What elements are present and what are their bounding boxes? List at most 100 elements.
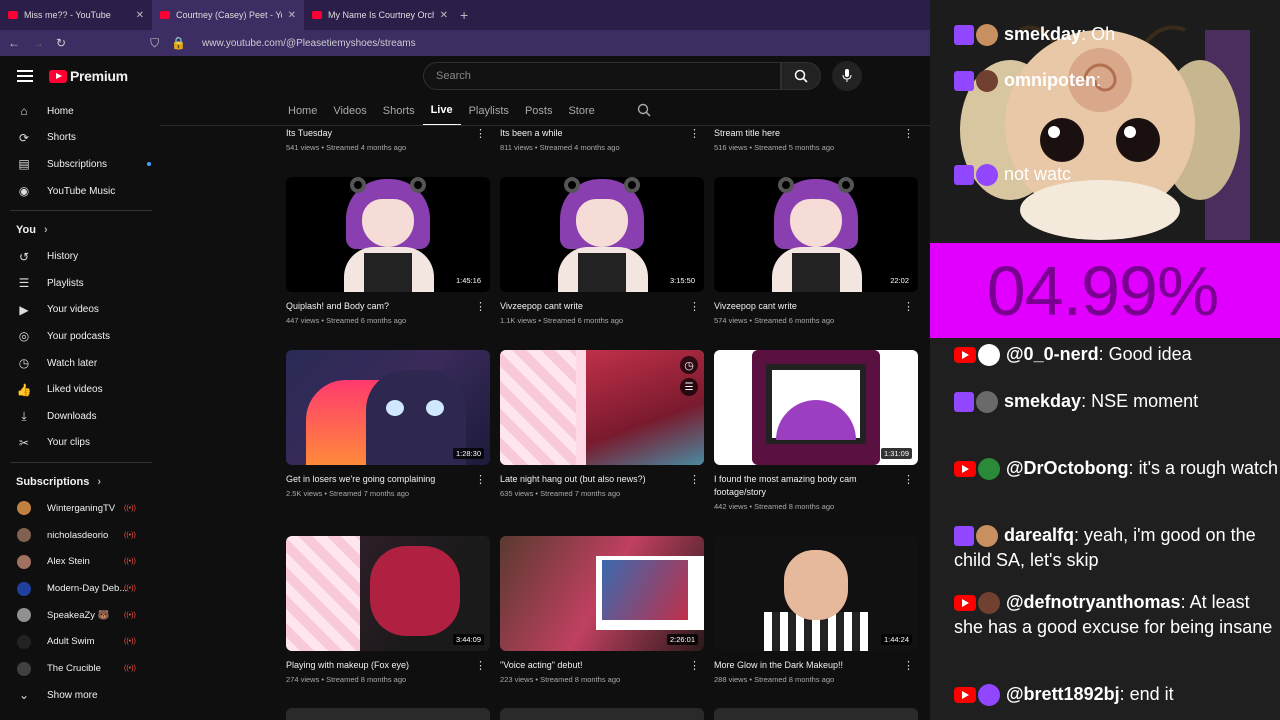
sidebar-you-header[interactable]: You ›	[0, 217, 155, 243]
video-card[interactable]: Get in losers we're going complaining 2.5…	[286, 473, 490, 498]
menu-icon[interactable]	[17, 70, 33, 82]
tab-posts[interactable]: Posts	[517, 96, 561, 126]
video-card[interactable]: Stream title here 516 views • Streamed 5 …	[714, 127, 918, 152]
video-card[interactable]: Vivzeepop cant write 574 views • Streamed…	[714, 300, 918, 325]
more-options-icon[interactable]: ⋮	[689, 127, 700, 140]
close-tab-icon[interactable]: ✕	[136, 10, 144, 21]
url-text[interactable]: www.youtube.com/@Pleasetiemyshoes/stream…	[202, 38, 416, 49]
sidebar-item-your-videos[interactable]: ▶ Your videos	[0, 297, 155, 324]
video-card[interactable]: I found the most amazing body cam footag…	[714, 473, 918, 511]
subscription-item[interactable]: Alex Stein ((•))	[0, 549, 155, 576]
subscription-item[interactable]: Modern-Day Deb... ((•))	[0, 575, 155, 602]
sidebar-item-home[interactable]: ⌂ Home	[0, 98, 155, 125]
video-thumbnail[interactable]: 22:02	[714, 177, 918, 292]
tab-live[interactable]: Live	[422, 96, 461, 126]
more-options-icon[interactable]: ⋮	[903, 659, 914, 672]
more-options-icon[interactable]: ⋮	[689, 473, 700, 486]
subscription-item[interactable]: WinterganingTV ((•))	[0, 495, 155, 522]
video-title[interactable]: I found the most amazing body cam footag…	[714, 473, 889, 499]
video-thumbnail[interactable]: 1:45:16	[286, 177, 490, 292]
video-thumbnail[interactable]: 1:28:30	[286, 350, 490, 465]
more-options-icon[interactable]: ⋮	[475, 659, 486, 672]
video-card[interactable]: Quiplash! and Body cam? 447 views • Strea…	[286, 300, 490, 325]
sidebar-item-watch-later[interactable]: ◷ Watch later	[0, 350, 155, 377]
more-options-icon[interactable]: ⋮	[475, 300, 486, 313]
subscription-item[interactable]: SpeakeaZy 🐻 ((•))	[0, 602, 155, 629]
video-title[interactable]: Playing with makeup (Fox eye)	[286, 659, 461, 672]
video-thumbnail[interactable]: 1:44:24	[714, 536, 918, 651]
new-tab-icon[interactable]: +	[460, 7, 468, 23]
video-title[interactable]: Its been a while	[500, 127, 675, 140]
tab-videos[interactable]: Videos	[325, 96, 374, 126]
subscription-item[interactable]: Adult Swim ((•))	[0, 629, 155, 656]
browser-tab[interactable]: My Name Is Courtney Orch ✕	[304, 0, 456, 30]
browser-tab[interactable]: Courtney (Casey) Peet - YouTub ✕	[152, 0, 304, 30]
video-card[interactable]: Its Tuesday 541 views • Streamed 4 months…	[286, 127, 490, 152]
more-options-icon[interactable]: ⋮	[903, 473, 914, 486]
video-thumbnail[interactable]: 3:44:09	[286, 536, 490, 651]
browser-tab[interactable]: Miss me?? - YouTube ✕	[0, 0, 152, 30]
subscription-item[interactable]: The Crucible ((•))	[0, 655, 155, 682]
sidebar-item-your-podcasts[interactable]: ◎ Your podcasts	[0, 323, 155, 350]
search-button[interactable]	[781, 62, 821, 90]
sidebar-item-downloads[interactable]: ⤓ Downloads	[0, 403, 155, 430]
video-thumbnail[interactable]: ◷ ☰	[500, 350, 704, 465]
video-title[interactable]: Quiplash! and Body cam?	[286, 300, 461, 313]
video-thumbnail[interactable]: 2:26:01	[500, 536, 704, 651]
video-title[interactable]: "Voice acting" debut!	[500, 659, 675, 672]
video-thumbnail[interactable]: 1:31:09	[714, 350, 918, 465]
reload-icon[interactable]: ↻	[56, 36, 66, 50]
tab-shorts[interactable]: Shorts	[375, 96, 423, 126]
video-card[interactable]: "Voice acting" debut! 223 views • Streame…	[500, 659, 704, 684]
video-card[interactable]: Late night hang out (but also news?) 635 …	[500, 473, 704, 498]
watch-later-icon[interactable]: ◷	[680, 356, 698, 374]
sidebar-item-youtube-music[interactable]: ◉ YouTube Music	[0, 178, 155, 205]
video-thumbnail[interactable]	[500, 708, 704, 720]
more-options-icon[interactable]: ⋮	[475, 127, 486, 140]
subscription-item[interactable]: nicholasdeorio ((•))	[0, 522, 155, 549]
video-title[interactable]: Late night hang out (but also news?)	[500, 473, 675, 486]
sidebar-item-playlists[interactable]: ☰ Playlists	[0, 270, 155, 297]
video-card[interactable]: Playing with makeup (Fox eye) 274 views •…	[286, 659, 490, 684]
video-meta: 516 views • Streamed 5 months ago	[714, 143, 835, 152]
video-card[interactable]: Vivzeepop cant write 1.1K views • Streame…	[500, 300, 704, 325]
chat-separator: :	[1119, 684, 1130, 704]
video-card[interactable]: More Glow in the Dark Makeup!! 288 views …	[714, 659, 918, 684]
more-options-icon[interactable]: ⋮	[689, 659, 700, 672]
video-title[interactable]: More Glow in the Dark Makeup!!	[714, 659, 889, 672]
video-title[interactable]: Stream title here	[714, 127, 889, 140]
channel-search-icon[interactable]	[637, 103, 651, 122]
video-title[interactable]: Get in losers we're going complaining	[286, 473, 461, 486]
video-title[interactable]: Vivzeepop cant write	[714, 300, 889, 313]
add-to-queue-icon[interactable]: ☰	[680, 378, 698, 396]
video-card[interactable]: Its been a while 811 views • Streamed 4 m…	[500, 127, 704, 152]
video-thumbnail[interactable]: 3:15:50	[500, 177, 704, 292]
youtube-premium-logo[interactable]: Premium	[49, 68, 128, 84]
tab-home[interactable]: Home	[280, 96, 325, 126]
more-options-icon[interactable]: ⋮	[689, 300, 700, 313]
close-tab-icon[interactable]: ✕	[440, 10, 448, 21]
sidebar-item-your-clips[interactable]: ✂ Your clips	[0, 430, 155, 457]
user-avatar	[976, 70, 998, 93]
show-more-button[interactable]: ⌄ Show more	[0, 682, 155, 709]
search-input[interactable]: Search	[423, 62, 781, 90]
sidebar-item-history[interactable]: ↺ History	[0, 243, 155, 270]
video-thumbnail[interactable]	[286, 708, 490, 720]
close-tab-icon[interactable]: ✕	[288, 10, 296, 21]
tab-playlists[interactable]: Playlists	[461, 96, 517, 126]
tab-store[interactable]: Store	[560, 96, 602, 126]
back-icon[interactable]: ←	[8, 36, 20, 50]
more-options-icon[interactable]: ⋮	[475, 473, 486, 486]
video-title[interactable]: Vivzeepop cant write	[500, 300, 675, 313]
sidebar-item-liked-videos[interactable]: 👍 Liked videos	[0, 376, 155, 403]
more-options-icon[interactable]: ⋮	[903, 127, 914, 140]
video-thumbnail[interactable]	[714, 708, 918, 720]
shield-icon[interactable]: ⛉	[150, 36, 159, 51]
sidebar-subscriptions-header[interactable]: Subscriptions ›	[0, 469, 155, 495]
more-options-icon[interactable]: ⋮	[903, 300, 914, 313]
voice-search-button[interactable]	[832, 61, 862, 91]
sidebar-item-subscriptions[interactable]: ▤ Subscriptions	[0, 151, 155, 178]
sidebar-item-shorts[interactable]: ⟳ Shorts	[0, 125, 155, 152]
forward-icon[interactable]: →	[32, 36, 44, 50]
video-title[interactable]: Its Tuesday	[286, 127, 461, 140]
